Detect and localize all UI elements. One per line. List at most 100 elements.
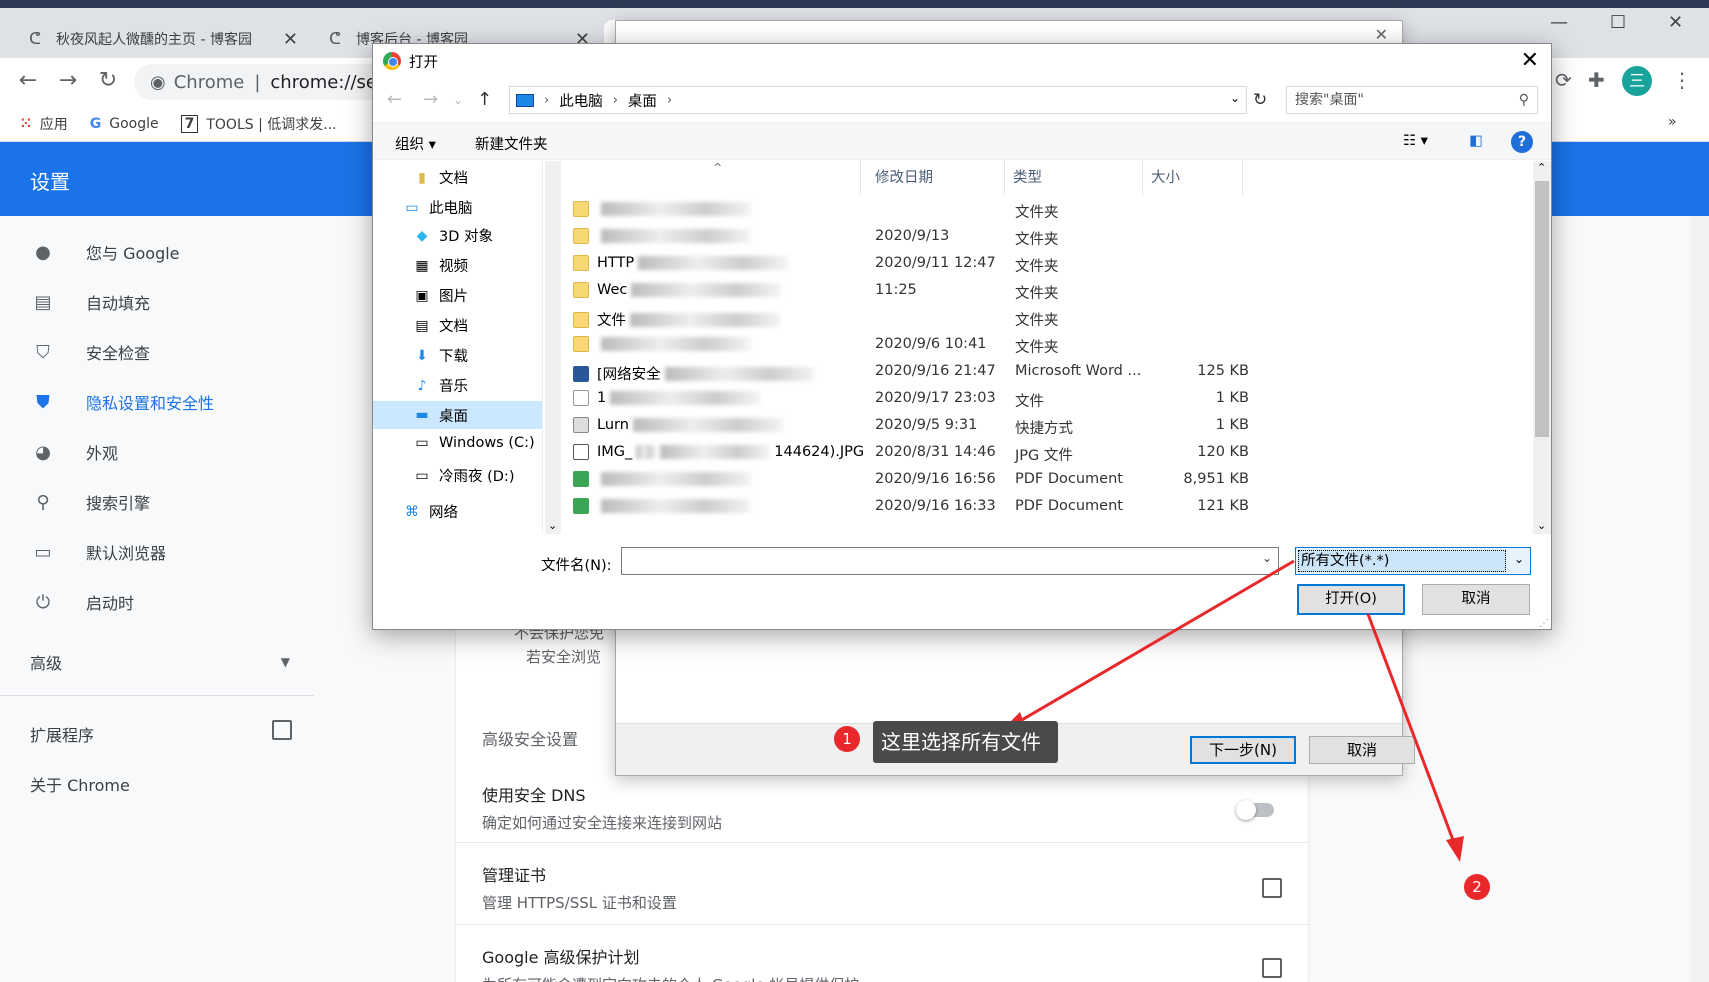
close-icon[interactable]: ✕: [1375, 25, 1388, 44]
column-header-type[interactable]: 类型: [1005, 161, 1143, 195]
chevron-down-icon[interactable]: ⌄: [1514, 552, 1524, 566]
nav-item-music[interactable]: ♪ 音乐: [413, 375, 468, 396]
scrollbar-thumb[interactable]: [1535, 181, 1549, 437]
sidebar-item-default-browser[interactable]: ▭ 默认浏览器: [30, 540, 166, 564]
menu-kebab-icon[interactable]: ⋮: [1672, 68, 1692, 92]
nav-item-downloads[interactable]: ⬇ 下载: [413, 345, 468, 366]
file-row[interactable]: 1 2020/9/17 23:03 文件 1 KB: [563, 386, 1529, 413]
bookmarks-overflow-icon[interactable]: »: [1668, 114, 1677, 130]
column-header-name[interactable]: 名称^: [563, 161, 861, 195]
secure-dns-row[interactable]: 使用安全 DNS 确定如何通过安全连接来连接到网站: [482, 782, 1282, 833]
bookmark-tools[interactable]: 7 TOOLS | 低调求发...: [180, 114, 337, 134]
open-external-icon[interactable]: [1262, 958, 1282, 978]
close-window-icon[interactable]: ✕: [1668, 12, 1683, 33]
help-icon[interactable]: ?: [1511, 131, 1533, 153]
forward-arrow-icon[interactable]: →: [423, 89, 438, 110]
sidebar-about-chrome[interactable]: 关于 Chrome: [30, 772, 130, 796]
nav-scrollbar[interactable]: ⌄: [545, 161, 561, 534]
nav-item-documents-folder[interactable]: ▮ 文档: [413, 167, 468, 188]
file-type-filter-select[interactable]: 所有文件(*.*) ⌄: [1295, 547, 1531, 575]
nav-item-drive-d[interactable]: ▭ 冷雨夜 (D:): [413, 465, 514, 486]
file-row[interactable]: 2020/9/16 16:56 PDF Document 8,951 KB: [563, 467, 1529, 494]
tab-blog-home[interactable]: ᕦ 秋夜风起人微醺的主页 - 博客园 ✕: [12, 20, 310, 58]
recent-dropdown-icon[interactable]: ⌄: [453, 93, 463, 107]
file-row[interactable]: 文件 文件夹: [563, 305, 1529, 332]
sidebar-advanced[interactable]: 高级 ▼: [30, 650, 290, 674]
close-icon[interactable]: ✕: [1521, 48, 1539, 73]
wizard-cancel-button[interactable]: 取消: [1309, 736, 1415, 764]
cancel-button[interactable]: 取消: [1422, 584, 1530, 615]
open-external-icon[interactable]: [1262, 878, 1282, 898]
nav-item-network[interactable]: ⌘ 网络: [403, 501, 458, 522]
minimize-icon[interactable]: —: [1550, 12, 1568, 33]
sidebar-item-safety-check[interactable]: ⛉ 安全检查: [30, 340, 150, 364]
sidebar-item-appearance[interactable]: ◕ 外观: [30, 440, 118, 464]
sidebar-item-autofill[interactable]: ▤ 自动填充: [30, 290, 150, 314]
file-row[interactable]: 2020/9/16 16:33 PDF Document 121 KB: [563, 494, 1529, 521]
up-arrow-icon[interactable]: ↑: [477, 89, 492, 110]
new-folder-button[interactable]: 新建文件夹: [475, 133, 548, 154]
breadcrumb[interactable]: › 此电脑 › 桌面 › ⌄: [509, 86, 1247, 114]
file-name: IMG_: [597, 444, 633, 460]
chevron-down-icon[interactable]: ⌄: [1230, 91, 1240, 105]
nav-item-this-pc[interactable]: ▭ 此电脑: [403, 197, 472, 218]
organize-button[interactable]: 组织 ▾: [395, 133, 436, 154]
maximize-icon[interactable]: ☐: [1610, 12, 1626, 33]
secure-dns-toggle[interactable]: [1236, 800, 1274, 820]
view-options-icon[interactable]: ☷ ▾: [1403, 133, 1428, 149]
page-scrollbar[interactable]: [1690, 216, 1709, 982]
nav-item-documents[interactable]: ▤ 文档: [413, 315, 468, 336]
chevron-down-icon[interactable]: ⌄: [1537, 519, 1546, 532]
bookmark-google[interactable]: G Google: [90, 116, 159, 132]
file-row[interactable]: 文件夹: [563, 197, 1529, 224]
filename-input[interactable]: ⌄: [621, 547, 1279, 575]
nav-item-videos[interactable]: ▦ 视频: [413, 255, 468, 276]
next-button[interactable]: 下一步(N): [1190, 736, 1296, 764]
file-row[interactable]: Lurn 2020/9/5 9:31 快捷方式 1 KB: [563, 413, 1529, 440]
file-list-scrollbar[interactable]: ⌃ ⌄: [1533, 161, 1551, 534]
tab-close-icon[interactable]: ✕: [283, 29, 298, 50]
extensions-puzzle-icon[interactable]: ✚: [1588, 68, 1605, 92]
sidebar-divider: [0, 695, 314, 696]
chevron-down-icon[interactable]: ⌄: [1262, 551, 1272, 565]
chevron-down-icon[interactable]: ⌄: [548, 519, 557, 532]
search-input[interactable]: 搜索"桌面" ⚲: [1286, 86, 1538, 114]
nav-item-pictures[interactable]: ▣ 图片: [413, 285, 468, 306]
file-row[interactable]: 2020/9/13 文件夹: [563, 224, 1529, 251]
file-row[interactable]: HTTP 2020/9/11 12:47 文件夹: [563, 251, 1529, 278]
file-row[interactable]: IMG_ 144624).JPG 2020/8/31 14:46 JPG 文件 120 …: [563, 440, 1529, 467]
advanced-protection-row[interactable]: Google 高级保护计划 为所有可能会遭到定向攻击的个人 Google 帐号提…: [482, 944, 1282, 982]
organize-label: 组织: [395, 137, 424, 153]
back-arrow-icon[interactable]: ←: [387, 89, 402, 110]
row-title: Google 高级保护计划: [482, 948, 640, 967]
bookmark-apps[interactable]: ⁙ 应用: [20, 114, 68, 134]
manage-certificates-row[interactable]: 管理证书 管理 HTTPS/SSL 证书和设置: [482, 862, 1282, 913]
back-icon[interactable]: ←: [14, 68, 42, 93]
nav-item-drive-c[interactable]: ▭ Windows (C:): [413, 435, 534, 451]
sidebar-extensions[interactable]: 扩展程序: [30, 720, 292, 746]
extension-sync-icon[interactable]: ⟳: [1555, 68, 1572, 92]
chevron-up-icon[interactable]: ⌃: [1537, 161, 1546, 174]
sidebar-item-search-engine[interactable]: ⚲ 搜索引擎: [30, 490, 150, 514]
column-header-date[interactable]: 修改日期: [867, 161, 1005, 195]
refresh-icon[interactable]: ↻: [1253, 90, 1267, 110]
open-button[interactable]: 打开(O): [1297, 584, 1405, 615]
avatar[interactable]: 三: [1622, 66, 1652, 96]
breadcrumb-item[interactable]: 桌面: [628, 90, 657, 111]
preview-pane-icon[interactable]: ◧: [1469, 133, 1483, 149]
sidebar-item-on-startup[interactable]: ⏻ 启动时: [30, 590, 134, 614]
sidebar-item-privacy[interactable]: ⛊ 隐私设置和安全性: [30, 390, 214, 414]
bookmark-label: Google: [109, 115, 159, 132]
nav-item-desktop[interactable]: ▬ 桌面: [373, 401, 542, 429]
file-row[interactable]: 2020/9/6 10:41 文件夹: [563, 332, 1529, 359]
file-name-cell: [573, 471, 751, 487]
resize-grip-icon[interactable]: ⋰: [1539, 618, 1549, 629]
nav-item-3d-objects[interactable]: ◆ 3D 对象: [413, 225, 493, 246]
forward-icon[interactable]: →: [54, 68, 82, 93]
column-header-size[interactable]: 大小: [1143, 161, 1243, 195]
file-row[interactable]: [网络安全 2020/9/16 21:47 Microsoft Word ... 12…: [563, 359, 1529, 386]
file-row[interactable]: Wec 11:25 文件夹: [563, 278, 1529, 305]
sidebar-item-you-and-google[interactable]: ● 您与 Google: [30, 240, 179, 264]
breadcrumb-item[interactable]: 此电脑: [559, 90, 603, 111]
reload-icon[interactable]: ↻: [94, 68, 122, 93]
